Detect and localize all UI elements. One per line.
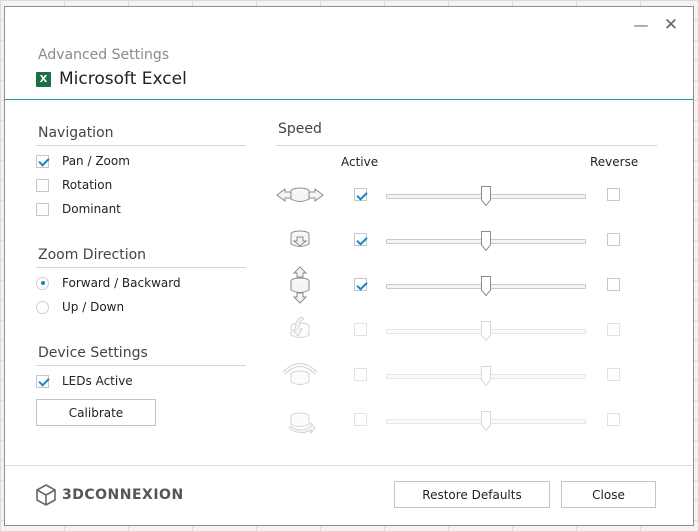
reverse-checkbox[interactable] <box>607 278 620 291</box>
close-button[interactable]: Close <box>561 481 656 508</box>
device-settings-title: Device Settings <box>38 345 148 361</box>
footer-separator <box>5 465 693 466</box>
slider-thumb[interactable] <box>481 411 491 431</box>
restore-defaults-button[interactable]: Restore Defaults <box>394 481 550 508</box>
brand-logo: 3DCONNEXION <box>35 484 184 506</box>
rotation-label: Rotation <box>62 178 113 192</box>
3dconnexion-logo-icon <box>36 484 56 506</box>
slider-thumb[interactable] <box>481 276 491 296</box>
dominant-label: Dominant <box>62 202 121 216</box>
navigation-title: Navigation <box>38 125 114 141</box>
radio-forward-backward[interactable]: Forward / Backward <box>36 276 181 290</box>
forward-backward-label: Forward / Backward <box>62 276 181 290</box>
rotation-checkbox[interactable] <box>36 178 49 192</box>
active-checkbox[interactable] <box>354 188 367 201</box>
logo-text: 3DCONNEXION <box>62 487 184 503</box>
window-close-button[interactable]: ✕ <box>661 15 681 35</box>
speed-slider[interactable] <box>386 411 586 431</box>
active-checkbox[interactable] <box>354 323 367 336</box>
slider-thumb[interactable] <box>481 321 491 341</box>
speed-row-roll <box>275 357 635 393</box>
pan-up-down-axis-icon <box>290 266 310 304</box>
reverse-column-header: Reverse <box>590 155 639 169</box>
checkbox-rotation[interactable]: Rotation <box>36 178 112 192</box>
active-checkbox[interactable] <box>354 233 367 246</box>
zoom-direction-divider <box>36 267 246 268</box>
speed-divider <box>276 145 657 146</box>
active-column-header: Active <box>341 155 379 169</box>
spin-axis-icon <box>288 412 316 435</box>
speed-slider[interactable] <box>386 366 586 386</box>
zoom-forward-backward-axis-icon <box>290 230 310 247</box>
excel-icon: X <box>36 71 51 87</box>
speed-row-spin <box>275 402 635 438</box>
pan-zoom-checkbox[interactable] <box>36 154 49 168</box>
leds-active-label: LEDs Active <box>62 374 133 388</box>
slider-thumb[interactable] <box>481 231 491 251</box>
speed-row-tilt <box>275 312 635 348</box>
roll-axis-icon <box>282 363 318 385</box>
advanced-settings-dialog: — ✕ Advanced Settings X Microsoft Excel … <box>4 6 694 526</box>
app-title-row: X Microsoft Excel <box>36 69 187 89</box>
radio-up-down[interactable]: Up / Down <box>36 300 124 314</box>
tilt-axis-icon <box>290 316 310 338</box>
dominant-checkbox[interactable] <box>36 202 49 216</box>
active-checkbox[interactable] <box>354 278 367 291</box>
reverse-checkbox[interactable] <box>607 413 620 426</box>
leds-active-checkbox[interactable] <box>36 374 49 388</box>
active-checkbox[interactable] <box>354 413 367 426</box>
navigation-divider <box>36 145 246 146</box>
reverse-checkbox[interactable] <box>607 188 620 201</box>
up-down-radio[interactable] <box>36 300 49 314</box>
checkbox-pan-zoom[interactable]: Pan / Zoom <box>36 154 130 168</box>
dialog-subtitle: Advanced Settings <box>38 47 170 63</box>
reverse-checkbox[interactable] <box>607 233 620 246</box>
reverse-checkbox[interactable] <box>607 323 620 336</box>
slider-thumb[interactable] <box>481 186 491 206</box>
active-checkbox[interactable] <box>354 368 367 381</box>
speed-slider[interactable] <box>386 231 586 251</box>
speed-slider[interactable] <box>386 276 586 296</box>
slider-thumb[interactable] <box>481 366 491 386</box>
speed-slider[interactable] <box>386 321 586 341</box>
forward-backward-radio[interactable] <box>36 276 49 290</box>
header-separator <box>5 99 693 100</box>
pan-zoom-label: Pan / Zoom <box>62 154 130 168</box>
speed-title: Speed <box>278 121 322 137</box>
speed-slider[interactable] <box>386 186 586 206</box>
minimize-button[interactable]: — <box>631 15 651 35</box>
up-down-label: Up / Down <box>62 300 125 314</box>
calibrate-button[interactable]: Calibrate <box>36 399 156 426</box>
device-settings-divider <box>36 365 246 366</box>
speed-row-pan-up-down <box>275 266 635 304</box>
pan-left-right-axis-icon <box>276 187 324 202</box>
reverse-checkbox[interactable] <box>607 368 620 381</box>
app-title: Microsoft Excel <box>59 69 187 89</box>
zoom-direction-title: Zoom Direction <box>38 247 147 263</box>
speed-row-zoom <box>275 222 635 258</box>
checkbox-dominant[interactable]: Dominant <box>36 202 121 216</box>
speed-row-pan-left-right <box>275 177 635 213</box>
checkbox-leds-active[interactable]: LEDs Active <box>36 374 133 388</box>
